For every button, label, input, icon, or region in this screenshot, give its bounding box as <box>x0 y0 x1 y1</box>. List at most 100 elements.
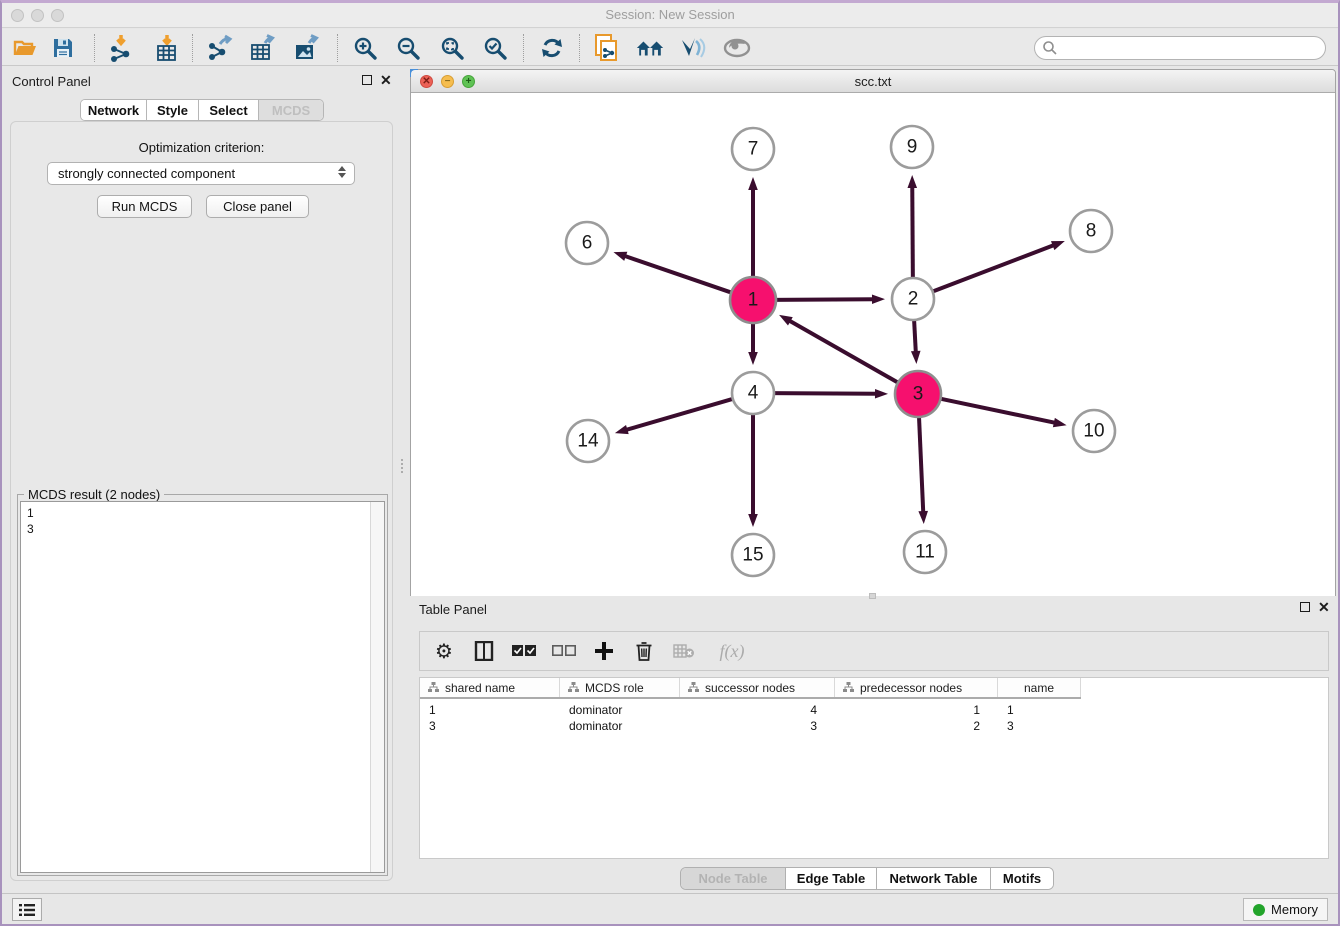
mcds-result-title: MCDS result (2 nodes) <box>24 487 164 502</box>
import-network-icon[interactable] <box>106 33 136 63</box>
graph-node-label: 11 <box>915 542 935 563</box>
chevron-updown-icon <box>338 166 346 178</box>
status-bar: Memory <box>2 893 1338 924</box>
zoom-in-icon[interactable] <box>350 33 380 63</box>
graph-node-label: 14 <box>577 431 599 452</box>
close-panel-button[interactable]: Close panel <box>206 195 309 218</box>
cell-shared-name: 3 <box>420 718 560 734</box>
table-row[interactable]: 3 dominator 3 2 3 <box>420 718 1081 734</box>
memory-button[interactable]: Memory <box>1243 898 1328 921</box>
network-graph: 7968124314101511 <box>411 93 1335 596</box>
network-window-title: scc.txt <box>411 74 1335 89</box>
export-network-icon[interactable] <box>205 33 235 63</box>
float-panel-icon[interactable] <box>362 75 372 85</box>
frame-resize-handle[interactable] <box>869 593 876 599</box>
table-panel-window-controls: ✕ <box>1300 602 1330 612</box>
hierarchy-icon <box>843 682 854 693</box>
network-canvas[interactable]: 7968124314101511 <box>411 93 1335 596</box>
graph-node-label: 4 <box>748 383 759 404</box>
select-all-icon[interactable] <box>512 639 536 663</box>
export-table-icon[interactable] <box>248 33 278 63</box>
memory-label: Memory <box>1271 902 1318 917</box>
graph-node-label: 8 <box>1086 221 1097 242</box>
table-row[interactable]: 1 dominator 4 1 1 <box>420 702 1081 718</box>
cell-predecessor-nodes: 2 <box>835 718 998 734</box>
optimization-criterion-label: Optimization criterion: <box>11 140 392 155</box>
function-builder-icon[interactable]: f(x) <box>712 639 752 663</box>
control-panel-tabs: Network Style Select MCDS <box>80 99 324 121</box>
graph-node-label: 7 <box>748 139 759 160</box>
network-window-titlebar[interactable]: ✕ − + scc.txt <box>411 70 1335 93</box>
graph-node-label: 1 <box>748 290 759 311</box>
show-columns-icon[interactable] <box>472 639 496 663</box>
control-panel-title: Control Panel <box>12 74 91 89</box>
table-toolbar: ⚙ f(x) <box>419 631 1329 671</box>
control-panel-window-controls: ✕ <box>362 75 392 85</box>
column-header[interactable]: shared name <box>420 678 560 697</box>
open-folder-icon[interactable] <box>10 33 40 63</box>
table-header-row: shared name MCDS role successor nodes pr… <box>420 678 1081 699</box>
hierarchy-icon <box>568 682 579 693</box>
column-header[interactable]: name <box>998 678 1081 697</box>
show-hide-icon[interactable] <box>722 33 752 63</box>
export-image-icon[interactable] <box>292 33 322 63</box>
tab-style[interactable]: Style <box>147 100 199 120</box>
search-icon <box>1042 40 1058 56</box>
panel-splitter-handle[interactable] <box>401 459 403 473</box>
task-history-button[interactable] <box>12 898 42 921</box>
cell-name: 3 <box>998 718 1081 734</box>
home-icon[interactable] <box>635 33 665 63</box>
run-mcds-button[interactable]: Run MCDS <box>97 195 192 218</box>
column-header[interactable]: successor nodes <box>680 678 835 697</box>
table-settings-gear-icon[interactable]: ⚙ <box>432 639 456 663</box>
save-icon[interactable] <box>48 33 78 63</box>
graph-node-label: 3 <box>913 384 924 405</box>
apply-style-icon[interactable] <box>678 33 708 63</box>
fit-content-icon[interactable] <box>437 33 467 63</box>
mcds-panel: Optimization criterion: strongly connect… <box>10 121 393 881</box>
tab-network-table[interactable]: Network Table <box>877 868 991 889</box>
list-icon <box>19 903 35 917</box>
import-table-icon[interactable] <box>152 33 182 63</box>
criterion-value: strongly connected component <box>58 166 235 181</box>
delete-table-icon[interactable] <box>672 639 696 663</box>
mcds-result-group: MCDS result (2 nodes) 1 3 <box>17 494 388 876</box>
close-panel-icon[interactable]: ✕ <box>380 75 392 85</box>
zoom-selected-icon[interactable] <box>480 33 510 63</box>
criterion-select[interactable]: strongly connected component <box>47 162 355 185</box>
column-header[interactable]: predecessor nodes <box>835 678 998 697</box>
mcds-result-text[interactable]: 1 3 <box>20 501 385 873</box>
deselect-all-icon[interactable] <box>552 639 576 663</box>
tab-motifs[interactable]: Motifs <box>991 868 1053 889</box>
cell-shared-name: 1 <box>420 702 560 718</box>
zoom-out-icon[interactable] <box>393 33 423 63</box>
network-window: ✕ − + scc.txt 7968124314101511 <box>410 69 1336 596</box>
column-header[interactable]: MCDS role <box>560 678 680 697</box>
main-toolbar <box>2 29 1338 66</box>
add-column-plus-icon[interactable] <box>592 639 616 663</box>
window-title: Session: New Session <box>2 7 1338 22</box>
node-table: shared name MCDS role successor nodes pr… <box>419 677 1329 859</box>
search-input[interactable] <box>1034 36 1326 60</box>
delete-trash-icon[interactable] <box>632 639 656 663</box>
tab-select[interactable]: Select <box>199 100 259 120</box>
cell-successor-nodes: 3 <box>680 718 835 734</box>
graph-node-label: 15 <box>742 545 763 566</box>
tab-node-table[interactable]: Node Table <box>681 868 786 889</box>
cell-name: 1 <box>998 702 1081 718</box>
graph-node-label: 2 <box>908 289 919 310</box>
result-line: 3 <box>27 521 384 537</box>
result-scrollbar[interactable] <box>370 502 384 872</box>
tab-mcds[interactable]: MCDS <box>259 100 323 120</box>
float-table-panel-icon[interactable] <box>1300 602 1310 612</box>
close-table-panel-icon[interactable]: ✕ <box>1318 602 1330 612</box>
hierarchy-icon <box>688 682 699 693</box>
tab-edge-table[interactable]: Edge Table <box>786 868 877 889</box>
clone-network-icon[interactable] <box>592 33 622 63</box>
tab-network[interactable]: Network <box>81 100 147 120</box>
table-panel-title: Table Panel <box>419 602 487 617</box>
graph-node-label: 9 <box>907 137 918 158</box>
application-window: Session: New Session <box>0 0 1340 926</box>
graph-node-label: 6 <box>582 233 593 254</box>
refresh-icon[interactable] <box>537 33 567 63</box>
